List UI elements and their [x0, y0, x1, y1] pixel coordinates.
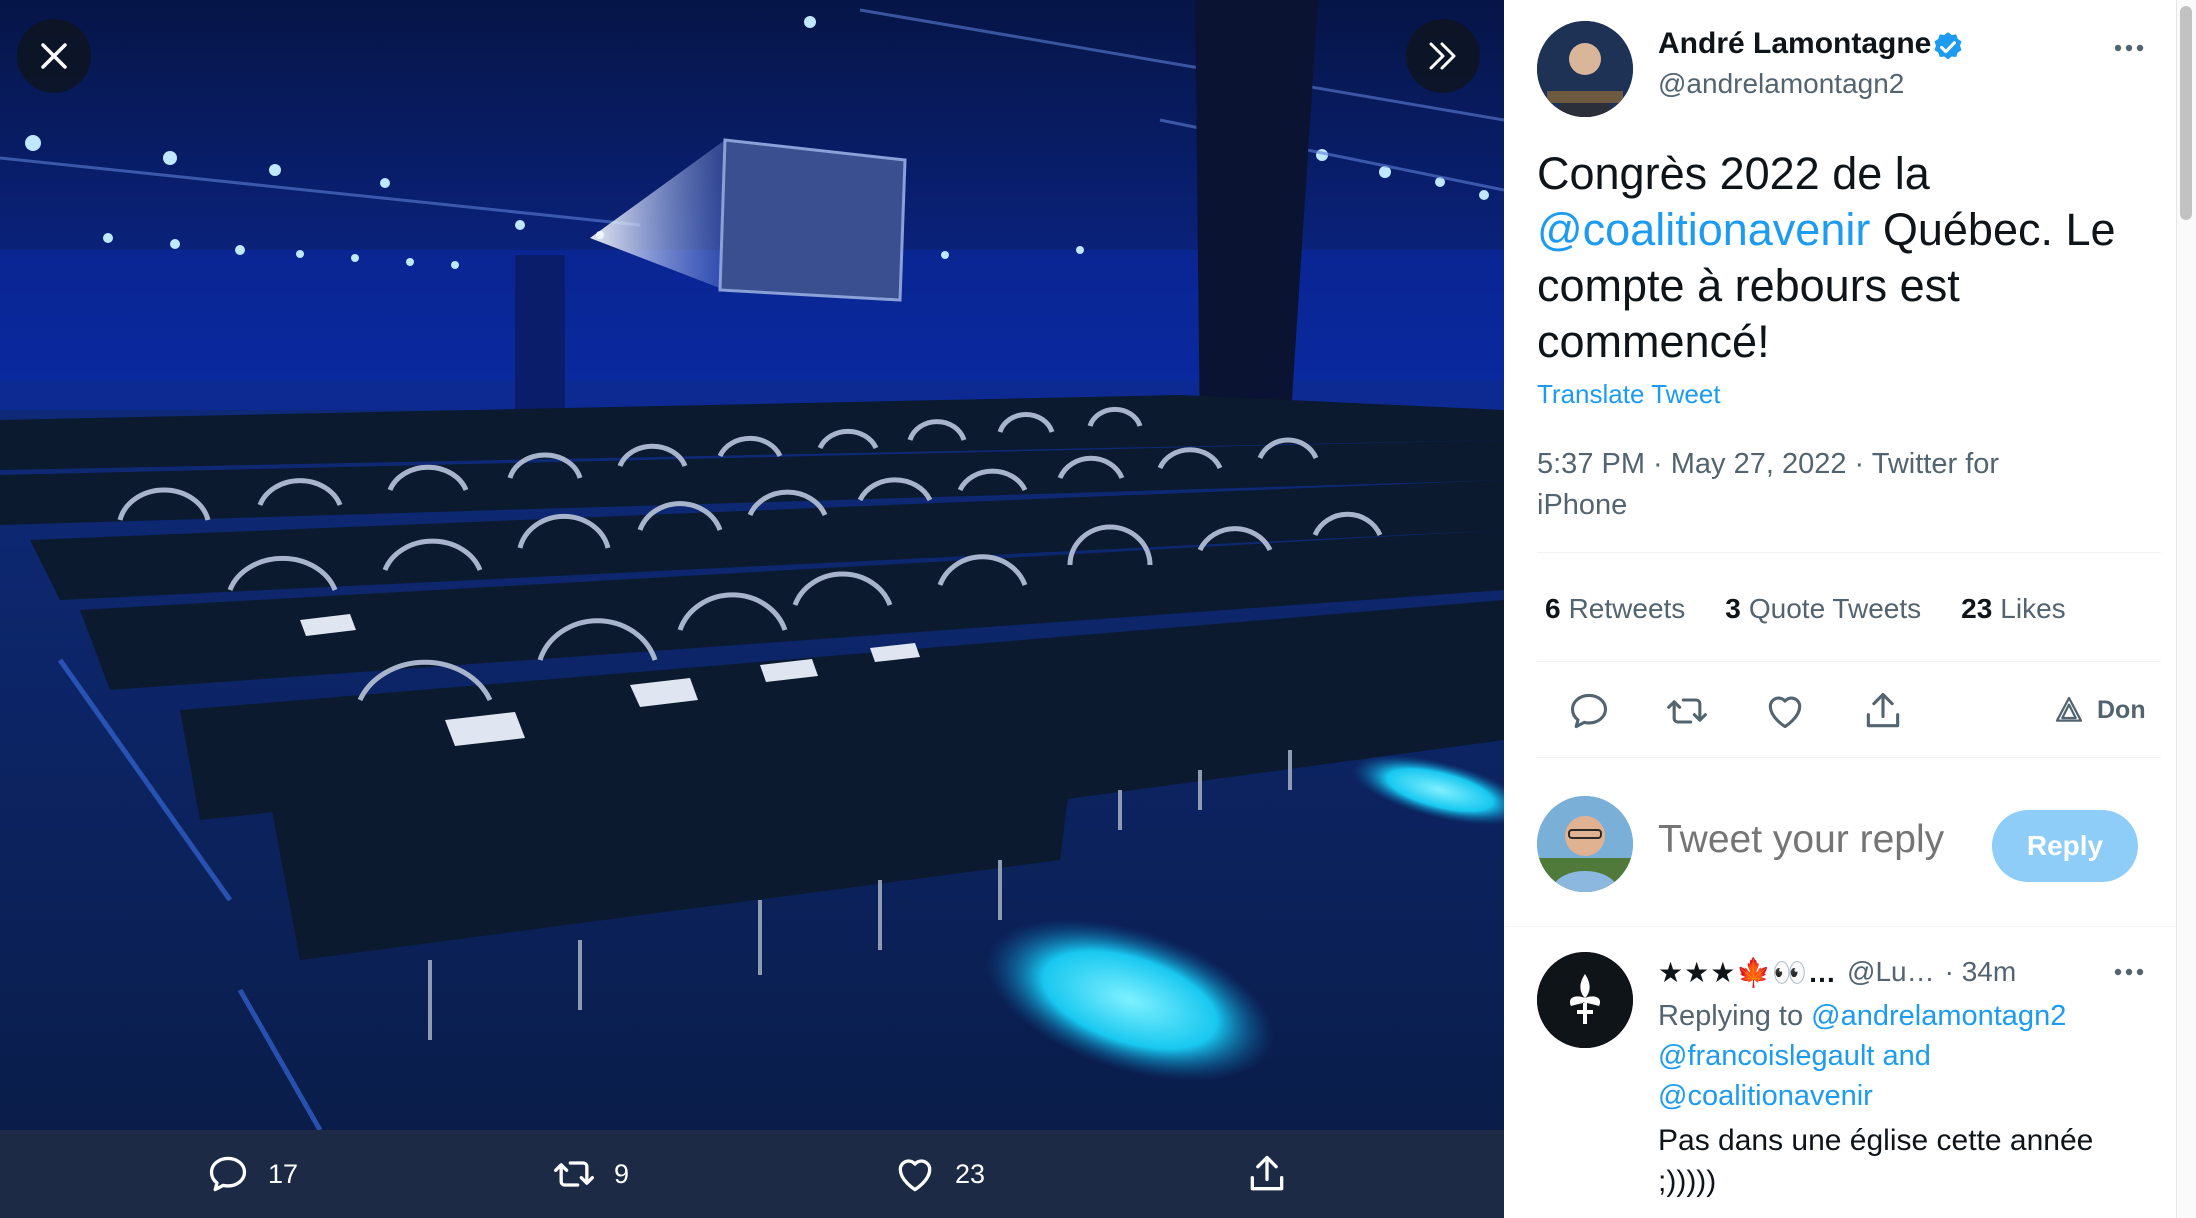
tweet-stats: 6 Retweets 3 Quote Tweets 23 Likes	[1545, 593, 2066, 625]
reply-icon	[209, 1156, 247, 1192]
tweet-text: Congrès 2022 de la @coalitionavenir Québe…	[1537, 146, 2157, 370]
tweet-photo[interactable]	[0, 0, 1504, 1130]
likes-stat[interactable]: 23 Likes	[1961, 593, 2066, 625]
reply-input[interactable]	[1658, 818, 1978, 862]
media-reply-count: 17	[268, 1158, 299, 1189]
media-share-button[interactable]	[1245, 1130, 1289, 1218]
media-like-button[interactable]: 23	[893, 1130, 985, 1218]
expand-sidebar-button[interactable]	[1406, 19, 1480, 93]
replying-to: Replying to @andrelamontagn2 @francoisle…	[1658, 996, 2138, 1116]
more-options-icon[interactable]	[2104, 952, 2154, 992]
likes-count: 23	[1961, 593, 1993, 624]
reply-header: ★★★🍁👀… @Lu… · 34m	[1658, 952, 2118, 992]
quote-tweets-stat[interactable]: 3 Quote Tweets	[1725, 593, 1921, 625]
reply-author-name[interactable]: ★★★🍁👀…	[1658, 956, 1837, 989]
tip-jar-icon	[2055, 696, 2083, 722]
reply-author-handle[interactable]: @Lu…	[1847, 956, 1935, 988]
media-viewer: 17 9 23	[0, 0, 1504, 1218]
tweet-timestamp[interactable]: 5:37 PM · May 27, 2022 · Twitter for iPh…	[1537, 444, 2097, 526]
retweets-label: Retweets	[1568, 593, 1686, 624]
share-icon[interactable]	[1861, 689, 1905, 733]
replying-and: and	[1882, 1040, 1931, 1072]
tweet-action-bar: Don	[1537, 680, 2161, 742]
tweet-text-part1: Congrès 2022 de la	[1537, 148, 1930, 199]
replying-mention-2[interactable]: @francoislegault	[1658, 1040, 1874, 1072]
replying-mention-1[interactable]: @andrelamontagn2	[1811, 1000, 2066, 1032]
retweet-icon	[554, 1161, 594, 1187]
tweet-detail-panel: André Lamontagne @andrelamontagn2 Congrè…	[1504, 0, 2196, 1218]
media-like-count: 23	[955, 1158, 986, 1189]
scrollbar[interactable]	[2176, 0, 2196, 1218]
tweet-mention-link[interactable]: @coalitionavenir	[1537, 204, 1870, 255]
quotes-count: 3	[1725, 593, 1741, 624]
share-icon	[1250, 1155, 1284, 1191]
donate-label: Don	[2097, 695, 2146, 724]
author-name[interactable]: André Lamontagne	[1658, 27, 1931, 61]
heart-icon	[898, 1159, 932, 1192]
verified-badge-icon	[1934, 32, 1962, 60]
divider	[1537, 552, 2161, 553]
media-retweet-count: 9	[614, 1158, 630, 1189]
more-options-icon[interactable]	[2104, 28, 2154, 68]
current-user-avatar[interactable]	[1537, 796, 1633, 892]
reply-text: Pas dans une église cette année ;)))))	[1658, 1124, 2094, 1198]
media-action-bar: 17 9 23	[0, 1130, 1504, 1218]
divider	[1537, 661, 2161, 662]
replying-mention-3[interactable]: @coalitionavenir	[1658, 1080, 1873, 1112]
divider	[1504, 926, 2176, 927]
close-icon	[41, 43, 67, 69]
reply-time[interactable]: · 34m	[1945, 956, 2017, 988]
media-retweet-button[interactable]: 9	[552, 1130, 629, 1218]
reply-author-avatar[interactable]	[1537, 952, 1633, 1048]
reply-button[interactable]: Reply	[1992, 810, 2138, 882]
heart-icon[interactable]	[1763, 689, 1807, 733]
donate-button[interactable]: Don	[2053, 694, 2146, 726]
retweets-stat[interactable]: 6 Retweets	[1545, 593, 1685, 625]
author-avatar[interactable]	[1537, 21, 1633, 117]
retweet-icon[interactable]	[1665, 689, 1709, 733]
likes-label: Likes	[2000, 593, 2066, 624]
scrollbar-thumb[interactable]	[2180, 6, 2192, 220]
replying-to-label: Replying to	[1658, 1000, 1804, 1032]
author-handle[interactable]: @andrelamontagn2	[1658, 68, 1904, 100]
quotes-label: Quote Tweets	[1748, 593, 1922, 624]
media-reply-button[interactable]: 17	[206, 1130, 298, 1218]
translate-tweet-link[interactable]: Translate Tweet	[1537, 379, 1721, 410]
retweets-count: 6	[1545, 593, 1561, 624]
reply-icon[interactable]	[1567, 689, 1611, 733]
chevron-double-right-icon	[1429, 42, 1456, 70]
close-button[interactable]	[17, 19, 91, 93]
divider	[1537, 757, 2161, 758]
